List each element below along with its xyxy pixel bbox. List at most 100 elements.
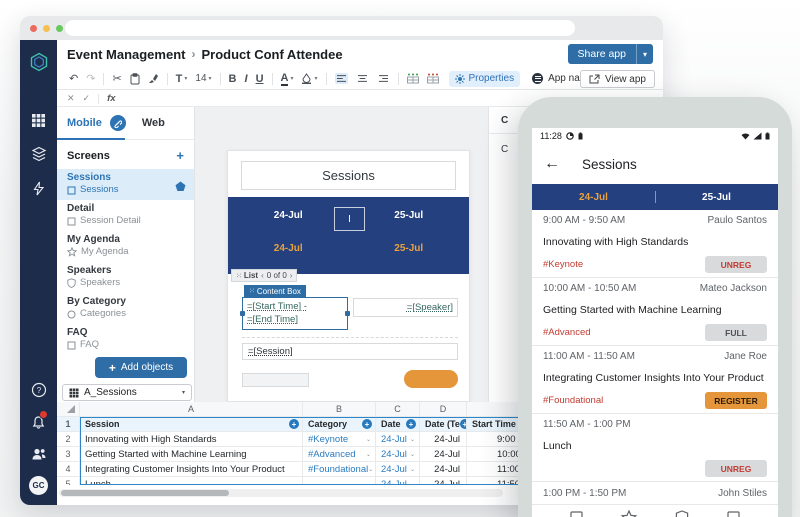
resize-handle-right[interactable] — [345, 311, 350, 316]
cell-category[interactable]: ⌄ — [303, 477, 376, 485]
view-app-button[interactable]: View app — [580, 70, 655, 88]
row-number[interactable]: 5 — [57, 477, 80, 485]
phone-tab-24-jul[interactable]: 24-Jul — [532, 192, 655, 203]
tag-element-placeholder[interactable] — [242, 373, 309, 387]
automations-bolt-icon[interactable] — [29, 178, 49, 198]
screen-item-speakers[interactable]: Speakers Speakers — [57, 262, 194, 293]
honeycode-logo-icon[interactable] — [29, 52, 49, 72]
screen-item-sessions[interactable]: Sessions Sessions — [57, 169, 194, 200]
cell-category[interactable]: #Foundational⌄ — [303, 462, 376, 477]
column-header-b[interactable]: B — [303, 402, 376, 417]
cell-category[interactable]: #Advanced⌄ — [303, 447, 376, 462]
selected-divider-element[interactable]: I — [334, 207, 365, 231]
day-tab-2[interactable]: 25-Jul — [349, 210, 470, 221]
list-next-icon[interactable]: › — [290, 271, 293, 280]
redo-icon[interactable]: ↷ — [86, 71, 95, 87]
delete-row-icon[interactable] — [427, 71, 439, 87]
paste-icon[interactable] — [130, 71, 140, 87]
register-button[interactable]: REGISTER — [705, 392, 767, 409]
chevron-down-icon[interactable]: ⌄ — [410, 466, 415, 473]
row-number[interactable]: 2 — [57, 432, 80, 447]
link-badge-icon[interactable] — [110, 115, 126, 131]
field-header-session[interactable]: Session+ — [80, 417, 303, 432]
row-number[interactable]: 1 — [57, 417, 80, 432]
fill-color-button[interactable]: ▾ — [301, 71, 317, 87]
cell-date[interactable]: 24-Jul⌄ — [376, 462, 420, 477]
breadcrumb-app[interactable]: Event Management — [67, 47, 185, 62]
cell-date[interactable]: 24-Jul⌄ — [376, 477, 420, 485]
cell-session[interactable]: Lunch — [80, 477, 303, 485]
font-size-select[interactable]: 14▾ — [195, 71, 211, 87]
cell-date[interactable]: 24-Jul⌄ — [376, 432, 420, 447]
screen-item-detail[interactable]: Detail Session Detail — [57, 200, 194, 231]
cell-date-text[interactable]: 24-Jul — [420, 432, 467, 447]
notifications-bell-icon[interactable] — [29, 412, 49, 432]
screen-item-my-agenda[interactable]: My Agenda My Agenda — [57, 231, 194, 262]
full-button[interactable]: FULL — [705, 324, 767, 341]
cut-icon[interactable]: ✂ — [112, 71, 121, 87]
day-link-1[interactable]: 24-Jul — [228, 243, 349, 254]
cell-session[interactable]: Integrating Customer Insights Into Your … — [80, 462, 303, 477]
help-icon[interactable]: ? — [29, 380, 49, 400]
register-button-element[interactable] — [404, 370, 458, 388]
screen-item-faq[interactable]: FAQ FAQ — [57, 324, 194, 355]
column-header-d[interactable]: D — [420, 402, 467, 417]
column-header-a[interactable]: A — [80, 402, 303, 417]
app-preview-card[interactable]: Sessions 24-Jul 25-Jul I 24-Jul 25-Jul — [227, 150, 470, 402]
resize-handle-left[interactable] — [240, 311, 245, 316]
chevron-down-icon[interactable]: ⌄ — [366, 451, 371, 458]
formula-confirm-icon[interactable]: ✓ — [83, 93, 91, 104]
select-all-corner[interactable] — [57, 402, 80, 417]
scrollbar-thumb[interactable] — [61, 490, 229, 496]
chevron-down-icon[interactable]: ⌄ — [410, 451, 415, 458]
cell-date-text[interactable]: 24-Jul — [420, 462, 467, 477]
table-selector[interactable]: A_Sessions ▾ — [62, 384, 192, 401]
column-header-c[interactable]: C — [376, 402, 420, 417]
zoom-window-button[interactable] — [56, 25, 63, 32]
row-number[interactable]: 3 — [57, 447, 80, 462]
align-right-button[interactable] — [377, 73, 390, 84]
collaborators-icon[interactable] — [29, 444, 49, 464]
chevron-down-icon[interactable]: ⌄ — [410, 481, 415, 486]
content-box-tag[interactable]: ⁙ Content Box — [244, 285, 306, 297]
add-screen-button[interactable]: + — [176, 148, 184, 163]
cell-category[interactable]: #Keynote⌄ — [303, 432, 376, 447]
align-center-button[interactable] — [356, 73, 369, 84]
cell-date-text[interactable]: 24-Jul — [420, 477, 467, 485]
add-column-icon[interactable]: + — [406, 419, 416, 429]
tab-web[interactable]: Web — [142, 117, 165, 129]
field-header-date[interactable]: Date+ — [376, 417, 420, 432]
font-family-icon[interactable]: T▾ — [176, 71, 188, 87]
tab-mobile[interactable]: Mobile — [67, 117, 102, 129]
cell-session[interactable]: Getting Started with Machine Learning — [80, 447, 303, 462]
field-header-date-text[interactable]: Date (Te+ — [420, 417, 467, 432]
share-app-dropdown[interactable]: ▾ — [636, 44, 653, 64]
back-arrow-icon[interactable]: ← — [544, 155, 560, 173]
horizontal-scrollbar[interactable] — [59, 489, 503, 497]
screen-item-by-category[interactable]: By Category Categories — [57, 293, 194, 324]
phone-tab-25-jul[interactable]: 25-Jul — [655, 192, 778, 203]
cell-session[interactable]: Innovating with High Standards — [80, 432, 303, 447]
minimize-window-button[interactable] — [43, 25, 50, 32]
undo-icon[interactable]: ↶ — [69, 71, 78, 87]
row-number[interactable]: 4 — [57, 462, 80, 477]
text-color-button[interactable]: A▾ — [281, 71, 294, 87]
add-column-icon[interactable]: + — [460, 419, 467, 429]
screen-title-element[interactable]: Sessions — [241, 161, 456, 190]
cell-date[interactable]: 24-Jul⌄ — [376, 447, 420, 462]
bold-button[interactable]: B — [229, 71, 237, 87]
share-app-button[interactable]: Share app — [568, 44, 636, 64]
field-header-category[interactable]: Category+ — [303, 417, 376, 432]
tables-icon[interactable] — [29, 110, 49, 130]
cell-date-text[interactable]: 24-Jul — [420, 447, 467, 462]
unreg-button[interactable]: UNREG — [705, 460, 767, 477]
nav-sessions-icon[interactable] — [569, 510, 584, 517]
speaker-element[interactable]: =[Speaker] — [353, 298, 458, 317]
italic-button[interactable]: I — [245, 71, 248, 87]
builder-canvas[interactable]: Sessions 24-Jul 25-Jul I 24-Jul 25-Jul — [195, 107, 488, 402]
drag-handle-icon[interactable]: ⁙ — [236, 272, 241, 280]
nav-faq-icon[interactable] — [726, 510, 741, 517]
user-avatar[interactable]: GC — [29, 476, 48, 495]
chevron-down-icon[interactable]: ⌄ — [410, 436, 415, 443]
day-tab-1[interactable]: 24-Jul — [228, 210, 349, 221]
